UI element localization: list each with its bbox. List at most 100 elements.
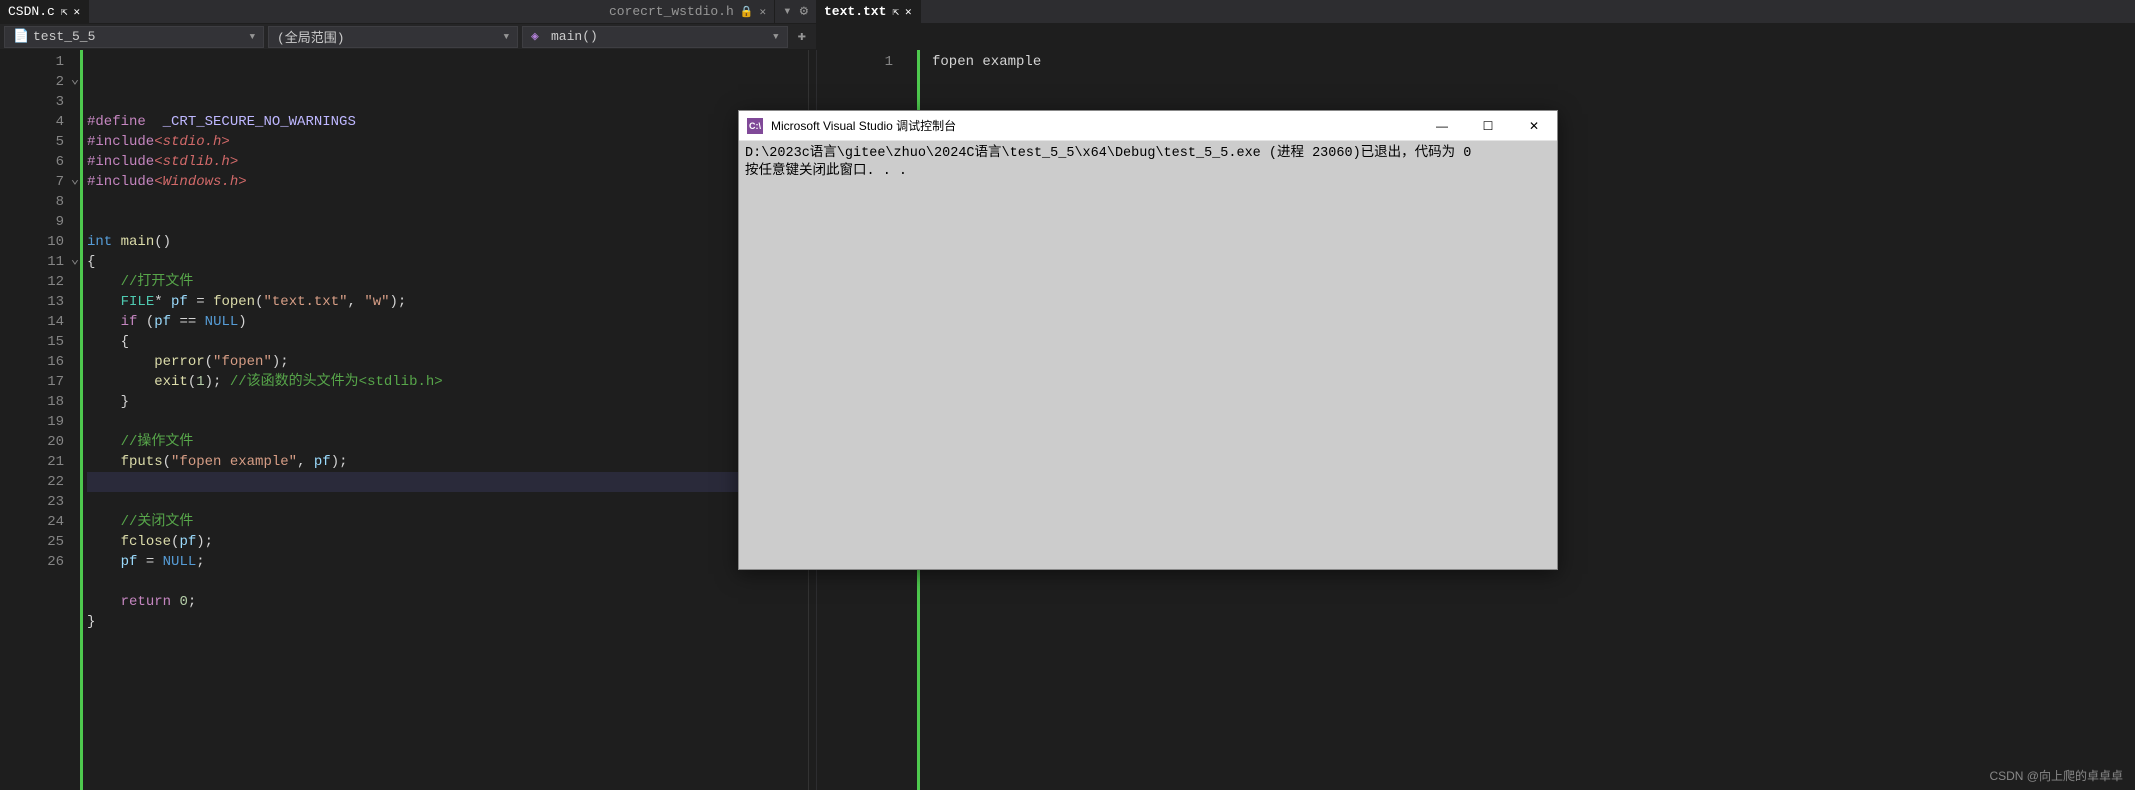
text-content: fopen example bbox=[932, 52, 2135, 72]
lock-icon[interactable]: 🔒 bbox=[740, 5, 754, 19]
code-line[interactable]: #include<stdlib.h> bbox=[87, 152, 808, 172]
line-number: 18 bbox=[0, 392, 64, 412]
code-line[interactable]: if (pf == NULL) bbox=[87, 312, 808, 332]
tab-label: CSDN.c bbox=[8, 4, 55, 19]
line-number: 13 bbox=[0, 292, 64, 312]
fold-indicator bbox=[69, 290, 81, 310]
line-number: 24 bbox=[0, 512, 64, 532]
code-line[interactable] bbox=[87, 412, 808, 432]
close-icon[interactable]: ✕ bbox=[73, 5, 80, 19]
code-line[interactable]: #include<Windows.h> bbox=[87, 172, 808, 192]
line-number: 23 bbox=[0, 492, 64, 512]
tab-text-txt[interactable]: text.txt ⇱ ✕ bbox=[816, 0, 921, 23]
code-line[interactable]: fclose(pf); bbox=[87, 532, 808, 552]
code-line[interactable]: perror("fopen"); bbox=[87, 352, 808, 372]
close-button[interactable]: ✕ bbox=[1511, 111, 1557, 141]
line-number: 16 bbox=[0, 352, 64, 372]
code-content[interactable]: ⌄⌄⌄ #define _CRT_SECURE_NO_WARNINGS#incl… bbox=[80, 50, 808, 790]
code-line[interactable]: exit(1); //该函数的头文件为<stdlib.h> bbox=[87, 372, 808, 392]
line-number: 7 bbox=[0, 172, 64, 192]
fold-indicator bbox=[69, 370, 81, 390]
line-number: 3 bbox=[0, 92, 64, 112]
code-line[interactable]: fputs("fopen example", pf); bbox=[87, 452, 808, 472]
code-line[interactable]: //关闭文件 bbox=[87, 512, 808, 532]
fold-indicator bbox=[69, 270, 81, 290]
line-gutter: 1234567891011121314151617181920212223242… bbox=[0, 50, 80, 790]
line-number: 26 bbox=[0, 552, 64, 572]
code-line[interactable]: { bbox=[87, 252, 808, 272]
code-line[interactable] bbox=[87, 492, 808, 512]
code-line[interactable] bbox=[87, 192, 808, 212]
line-number: 21 bbox=[0, 452, 64, 472]
tab-corecrt[interactable]: corecrt_wstdio.h 🔒 ✕ bbox=[601, 0, 775, 23]
tab-csdn-c[interactable]: CSDN.c ⇱ ✕ bbox=[0, 0, 89, 23]
line-number: 11 bbox=[0, 252, 64, 272]
left-editor[interactable]: 1234567891011121314151617181920212223242… bbox=[0, 50, 816, 790]
line-number: 12 bbox=[0, 272, 64, 292]
fold-indicator bbox=[69, 330, 81, 350]
context-function-label: main() bbox=[551, 29, 598, 44]
fold-indicator bbox=[69, 470, 81, 490]
maximize-button[interactable]: ☐ bbox=[1465, 111, 1511, 141]
console-titlebar[interactable]: C:\ Microsoft Visual Studio 调试控制台 — ☐ ✕ bbox=[739, 111, 1557, 141]
fold-indicator bbox=[69, 110, 81, 130]
console-icon: C:\ bbox=[747, 118, 763, 134]
console-output[interactable]: D:\2023c语言\gitee\zhuo\2024C语言\test_5_5\x… bbox=[739, 141, 1557, 569]
context-bar: 📄 test_5_5 ▼ (全局范围) ▼ ◈ main() ▼ ✚ bbox=[0, 24, 816, 50]
code-line[interactable]: //打开文件 bbox=[87, 272, 808, 292]
pin-icon[interactable]: ⇱ bbox=[892, 5, 899, 19]
code-line[interactable] bbox=[87, 212, 808, 232]
debug-console-window[interactable]: C:\ Microsoft Visual Studio 调试控制台 — ☐ ✕ … bbox=[738, 110, 1558, 570]
fold-indicator bbox=[69, 230, 81, 250]
code-line[interactable]: FILE* pf = fopen("text.txt", "w"); bbox=[87, 292, 808, 312]
code-line[interactable]: { bbox=[87, 332, 808, 352]
fold-indicator bbox=[69, 530, 81, 550]
fold-indicator[interactable]: ⌄ bbox=[69, 70, 81, 90]
gear-icon[interactable]: ⚙ bbox=[800, 3, 808, 20]
code-line[interactable]: #include<stdio.h> bbox=[87, 132, 808, 152]
code-line[interactable]: pf = NULL; bbox=[87, 552, 808, 572]
fold-indicator bbox=[69, 210, 81, 230]
line-number: 25 bbox=[0, 532, 64, 552]
code-line[interactable]: //操作文件 bbox=[87, 432, 808, 452]
line-number: 9 bbox=[0, 212, 64, 232]
fold-indicator bbox=[69, 50, 81, 70]
fold-indicator[interactable]: ⌄ bbox=[69, 250, 81, 270]
line-number: 20 bbox=[0, 432, 64, 452]
split-icon[interactable]: ✚ bbox=[792, 28, 812, 45]
fold-indicator bbox=[69, 310, 81, 330]
fold-indicator bbox=[69, 550, 81, 570]
fold-indicator bbox=[69, 430, 81, 450]
line-number: 22 bbox=[0, 472, 64, 492]
context-scope[interactable]: (全局范围) ▼ bbox=[268, 26, 518, 48]
watermark: CSDN @向上爬的卓卓卓 bbox=[1989, 767, 2123, 784]
code-line[interactable]: } bbox=[87, 612, 808, 632]
fold-indicator bbox=[69, 150, 81, 170]
code-line[interactable]: return 0; bbox=[87, 592, 808, 612]
context-function[interactable]: ◈ main() ▼ bbox=[522, 26, 788, 48]
tab-label: text.txt bbox=[824, 4, 886, 19]
preview-icon[interactable]: ▾ bbox=[783, 3, 791, 20]
code-line[interactable] bbox=[87, 572, 808, 592]
function-icon: ◈ bbox=[531, 30, 545, 44]
fold-indicator[interactable]: ⌄ bbox=[69, 170, 81, 190]
line-number: 5 bbox=[0, 132, 64, 152]
minimize-button[interactable]: — bbox=[1419, 111, 1465, 141]
console-line: D:\2023c语言\gitee\zhuo\2024C语言\test_5_5\x… bbox=[745, 146, 1471, 161]
code-line[interactable]: } bbox=[87, 392, 808, 412]
context-file[interactable]: 📄 test_5_5 ▼ bbox=[4, 26, 264, 48]
line-number: 10 bbox=[0, 232, 64, 252]
close-icon[interactable]: ✕ bbox=[760, 5, 767, 19]
pin-icon[interactable]: ⇱ bbox=[61, 5, 68, 19]
code-line[interactable]: int main() bbox=[87, 232, 808, 252]
console-line: 按任意键关闭此窗口. . . bbox=[745, 164, 907, 179]
close-icon[interactable]: ✕ bbox=[905, 5, 912, 19]
line-number: 4 bbox=[0, 112, 64, 132]
fold-indicator bbox=[69, 450, 81, 470]
code-line[interactable] bbox=[87, 472, 808, 492]
fold-indicator bbox=[69, 130, 81, 150]
line-number: 15 bbox=[0, 332, 64, 352]
code-line[interactable]: #define _CRT_SECURE_NO_WARNINGS bbox=[87, 112, 808, 132]
line-number: 17 bbox=[0, 372, 64, 392]
line-number: 2 bbox=[0, 72, 64, 92]
